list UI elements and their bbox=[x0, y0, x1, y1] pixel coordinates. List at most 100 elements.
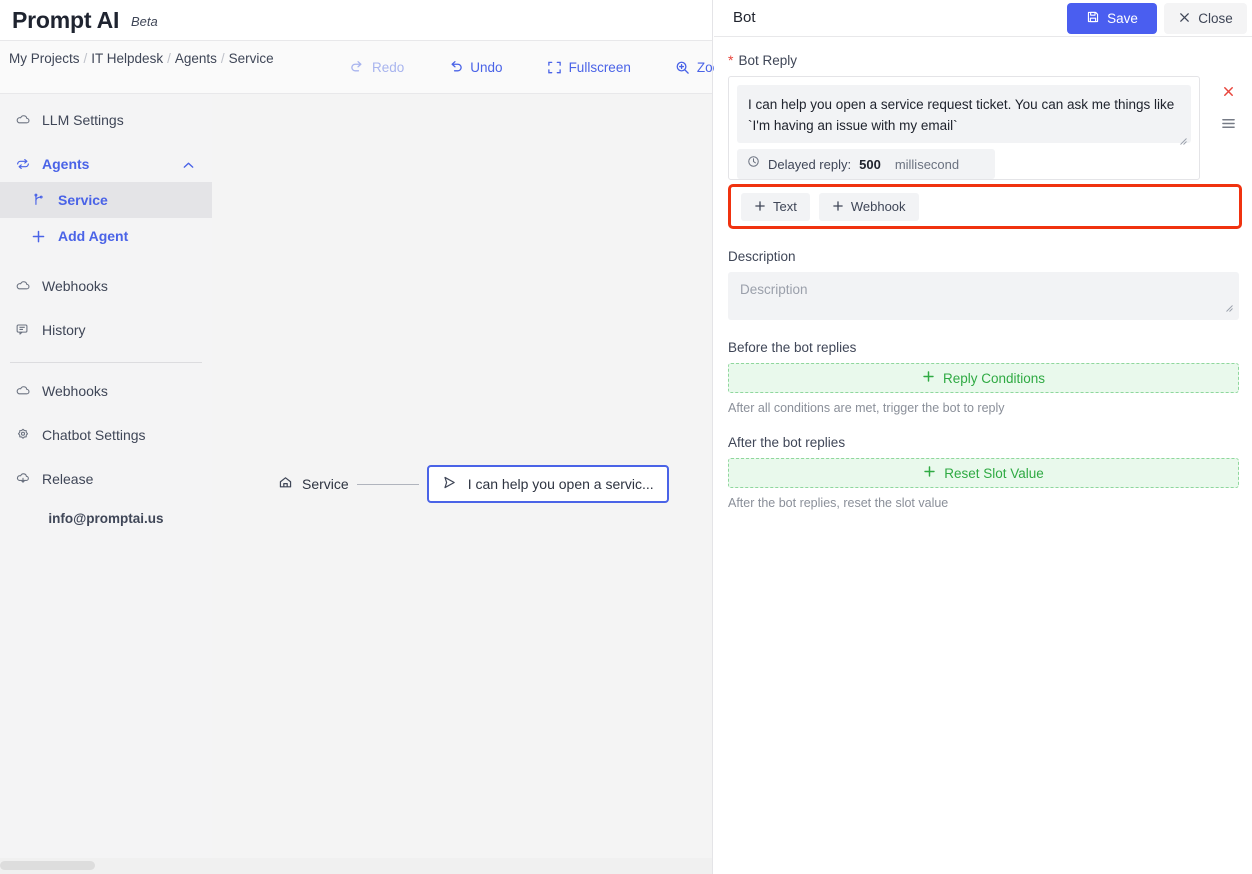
fullscreen-button[interactable]: Fullscreen bbox=[537, 56, 641, 79]
panel-title: Bot bbox=[733, 9, 756, 26]
sidebar-item-label: Webhooks bbox=[42, 383, 108, 399]
sidebar: LLM Settings Agents Service Add Agent We… bbox=[0, 94, 212, 858]
add-text-button[interactable]: Text bbox=[741, 192, 810, 221]
sidebar-item-llm-settings[interactable]: LLM Settings bbox=[0, 102, 212, 138]
sidebar-item-add-agent[interactable]: Add Agent bbox=[0, 218, 212, 254]
sidebar-item-label: LLM Settings bbox=[42, 112, 124, 128]
reset-slot-value-button[interactable]: Reset Slot Value bbox=[728, 458, 1239, 488]
sidebar-item-release[interactable]: Release bbox=[0, 461, 212, 497]
fullscreen-label: Fullscreen bbox=[568, 60, 631, 75]
bot-reply-label: Bot Reply bbox=[738, 53, 797, 68]
bot-reply-textarea[interactable] bbox=[737, 85, 1191, 143]
delayed-reply-value[interactable]: 500 bbox=[859, 157, 881, 172]
panel-header: Bot Save Close bbox=[714, 0, 1252, 37]
reset-slot-value-label: Reset Slot Value bbox=[944, 465, 1044, 481]
left-region: Prompt AI Beta My Projects / IT Helpdesk / A… bbox=[0, 0, 731, 874]
breadcrumb-separator: / bbox=[167, 51, 171, 66]
required-marker: * bbox=[728, 52, 734, 68]
send-icon bbox=[442, 475, 457, 493]
sidebar-item-label: Release bbox=[42, 471, 94, 487]
plus-icon bbox=[923, 465, 936, 481]
add-reply-type-group: Text Webhook bbox=[728, 184, 1242, 229]
flow-node-row: Service I can help you open a servic... bbox=[278, 465, 669, 503]
brand-bar: Prompt AI Beta bbox=[0, 0, 712, 41]
before-reply-label: Before the bot replies bbox=[728, 340, 857, 355]
drag-handle-icon[interactable] bbox=[1221, 117, 1236, 133]
bot-node[interactable]: I can help you open a servic... bbox=[426, 465, 669, 503]
description-label: Description bbox=[728, 249, 796, 264]
zoom-in-icon bbox=[675, 60, 690, 75]
close-label: Close bbox=[1198, 11, 1233, 26]
breadcrumb: My Projects / IT Helpdesk / Agents / Service bbox=[9, 48, 339, 69]
add-text-label: Text bbox=[773, 199, 797, 214]
add-reply-conditions-button[interactable]: Reply Conditions bbox=[728, 363, 1239, 393]
plus-icon bbox=[832, 199, 844, 215]
fullscreen-icon bbox=[547, 60, 562, 75]
agents-icon bbox=[14, 156, 31, 173]
sidebar-item-webhooks-agents[interactable]: Webhooks bbox=[0, 268, 212, 304]
breadcrumb-bar: My Projects / IT Helpdesk / Agents / Service R… bbox=[0, 41, 731, 94]
start-node-label: Service bbox=[302, 476, 349, 492]
sidebar-item-agents[interactable]: Agents bbox=[0, 146, 212, 182]
save-disk-icon bbox=[1086, 10, 1100, 27]
clock-icon bbox=[747, 155, 760, 173]
redo-label: Redo bbox=[372, 60, 405, 75]
cloud-icon bbox=[14, 112, 31, 129]
reply-conditions-label: Reply Conditions bbox=[942, 370, 1046, 386]
bot-node-label: I can help you open a servic... bbox=[467, 476, 654, 492]
close-x-icon bbox=[1178, 11, 1191, 27]
delayed-reply-row[interactable]: Delayed reply: 500 millisecond bbox=[737, 149, 995, 179]
sidebar-item-label: History bbox=[42, 322, 86, 338]
canvas-horizontal-scrollbar[interactable] bbox=[0, 858, 712, 874]
app-title: Prompt AI bbox=[12, 7, 120, 33]
branch-icon bbox=[30, 192, 47, 209]
before-reply-hint: After all conditions are met, trigger th… bbox=[728, 401, 1005, 415]
description-textarea[interactable] bbox=[728, 272, 1239, 320]
sidebar-item-chatbot-settings[interactable]: Chatbot Settings bbox=[0, 417, 212, 453]
delayed-reply-label: Delayed reply: bbox=[768, 156, 852, 172]
undo-button[interactable]: Undo bbox=[438, 56, 512, 79]
redo-button[interactable]: Redo bbox=[340, 56, 414, 79]
sidebar-item-history[interactable]: History bbox=[0, 312, 212, 348]
save-button[interactable]: Save bbox=[1067, 3, 1157, 34]
history-icon bbox=[14, 322, 31, 339]
breadcrumb-item-projects[interactable]: My Projects bbox=[9, 51, 80, 66]
sidebar-item-label: Add Agent bbox=[58, 228, 129, 244]
flow-canvas[interactable]: Service I can help you open a servic... bbox=[212, 94, 712, 858]
cloud-icon bbox=[14, 383, 31, 400]
add-webhook-label: Webhook bbox=[850, 199, 906, 214]
remove-reply-icon[interactable] bbox=[1222, 85, 1235, 101]
sidebar-item-label: Webhooks bbox=[42, 278, 108, 294]
start-node[interactable]: Service bbox=[278, 475, 349, 493]
bot-reply-label-row: * Bot Reply bbox=[728, 53, 1238, 68]
undo-icon bbox=[448, 60, 463, 75]
undo-label: Undo bbox=[470, 60, 503, 75]
canvas-scroll-thumb[interactable] bbox=[0, 861, 95, 870]
chevron-up-icon[interactable] bbox=[182, 159, 195, 175]
sidebar-divider bbox=[10, 362, 202, 363]
breadcrumb-item-helpdesk[interactable]: IT Helpdesk bbox=[91, 51, 163, 66]
gear-icon bbox=[14, 427, 31, 444]
sidebar-item-webhooks[interactable]: Webhooks bbox=[0, 373, 212, 409]
close-button[interactable]: Close bbox=[1164, 3, 1247, 34]
breadcrumb-item-agents[interactable]: Agents bbox=[175, 51, 217, 66]
add-webhook-button[interactable]: Webhook bbox=[818, 192, 919, 221]
sidebar-item-label: Chatbot Settings bbox=[42, 427, 146, 443]
home-icon bbox=[278, 475, 293, 493]
bot-reply-card: Delayed reply: 500 millisecond bbox=[728, 76, 1235, 180]
delayed-reply-unit: millisecond bbox=[894, 156, 960, 172]
after-reply-label: After the bot replies bbox=[728, 435, 846, 450]
breadcrumb-separator: / bbox=[83, 51, 88, 66]
beta-badge: Beta bbox=[131, 14, 158, 29]
plus-icon bbox=[922, 370, 935, 386]
canvas-toolbar: Redo Undo Fullscreen bbox=[340, 41, 741, 94]
account-email: info@promptai.us bbox=[48, 511, 164, 526]
save-label: Save bbox=[1107, 11, 1138, 26]
cloud-icon bbox=[14, 278, 31, 295]
sidebar-item-service[interactable]: Service bbox=[0, 182, 212, 218]
after-reply-hint: After the bot replies, reset the slot va… bbox=[728, 496, 949, 510]
sidebar-item-label: Service bbox=[58, 192, 108, 208]
reply-card-actions bbox=[1221, 85, 1236, 133]
breadcrumb-separator: / bbox=[220, 51, 225, 66]
bot-properties-panel: Bot Save Close * Bot Reply I can help yo… bbox=[714, 0, 1252, 874]
